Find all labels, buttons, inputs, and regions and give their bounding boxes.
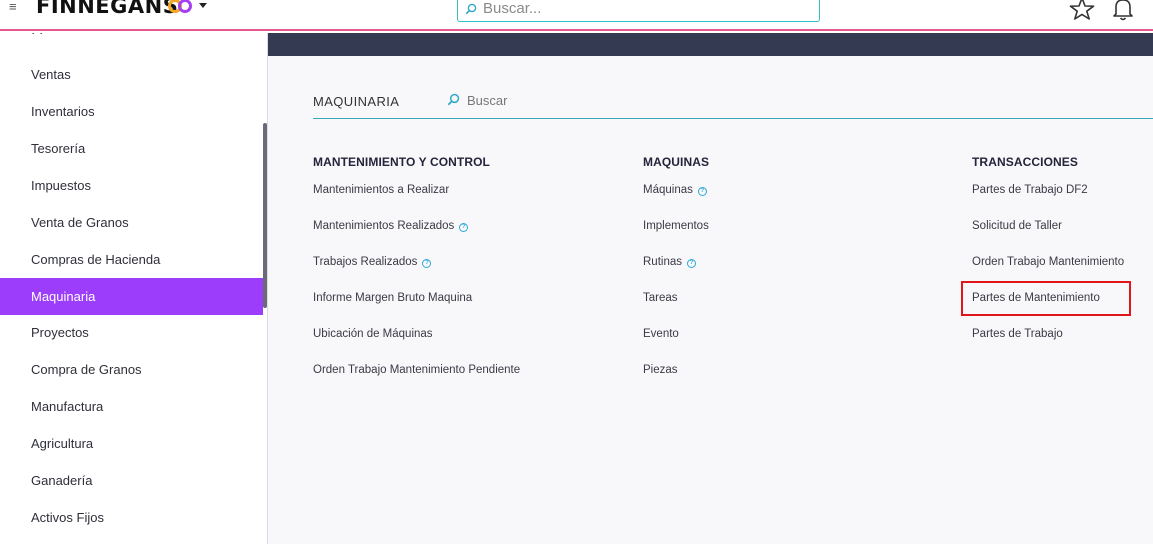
sidebar-item-tesoreria[interactable]: Tesorería (0, 130, 263, 167)
link-ubicacion-de-maquinas[interactable]: Ubicación de Máquinas (313, 328, 433, 340)
sidebar-item-manufactura[interactable]: Manufactura (0, 388, 263, 425)
sidebar-item-label: Manufactura (31, 399, 104, 414)
link-label: Orden Trabajo Mantenimiento Pendiente (313, 364, 521, 376)
sidebar-item-label: Inventarios (31, 104, 95, 119)
help-icon[interactable]: ? (687, 259, 696, 268)
link-piezas[interactable]: Piezas (643, 364, 678, 376)
sidebar-item-partial: · · (31, 33, 43, 40)
brand-dropdown-caret-icon[interactable] (199, 3, 207, 8)
sidebar-item-label: Ventas (31, 67, 71, 82)
link-evento[interactable]: Evento (643, 328, 679, 340)
main-header-band (268, 33, 1153, 56)
sidebar-item-venta-de-granos[interactable]: Venta de Granos (0, 204, 263, 241)
sidebar-item-label: Proyectos (31, 325, 89, 340)
sidebar-item-activos-fijos[interactable]: Activos Fijos (0, 499, 263, 536)
module-search-input[interactable]: Buscar (467, 93, 507, 108)
sidebar-item-compra-de-granos[interactable]: Compra de Granos (0, 351, 263, 388)
link-label: Informe Margen Bruto Maquina (313, 292, 473, 304)
link-tareas[interactable]: Tareas (643, 292, 678, 304)
link-label: Partes de Trabajo DF2 (972, 184, 1088, 196)
link-partes-de-trabajo-df2[interactable]: Partes de Trabajo DF2 (972, 184, 1088, 196)
sidebar-item-label: Activos Fijos (31, 510, 104, 525)
link-label: Solicitud de Taller (972, 220, 1062, 232)
link-label: Trabajos Realizados (313, 256, 418, 268)
sidebar-item-label: Maquinaria (31, 289, 96, 304)
sidebar-item-label: Ganadería (31, 473, 93, 488)
link-partes-de-trabajo[interactable]: Partes de Trabajo (972, 328, 1063, 340)
favorites-star-icon[interactable] (1068, 0, 1096, 20)
highlight-annotation-box (961, 281, 1131, 316)
link-informe-margen-bruto-maquina[interactable]: Informe Margen Bruto Maquina (313, 292, 472, 304)
link-orden-trabajo-mantenimiento-pendiente[interactable]: Orden Trabajo Mantenimiento Pendiente (313, 364, 520, 376)
module-search-underline (313, 118, 1153, 119)
brand-logo-mark-icon (168, 0, 192, 13)
sidebar-item-label: Tesorería (31, 141, 86, 156)
notifications-bell-icon[interactable] (1112, 0, 1134, 21)
link-trabajos-realizados[interactable]: Trabajos Realizados? (313, 256, 432, 268)
link-label: Evento (643, 328, 679, 340)
sidebar-item-compras-de-hacienda[interactable]: Compras de Hacienda (0, 241, 263, 278)
global-search-placeholder: Buscar... (483, 0, 542, 17)
hamburger-menu-icon[interactable]: ≡ (9, 0, 17, 14)
sidebar-item-label: Agricultura (31, 436, 94, 451)
section-title-maquinas: MAQUINAS (643, 155, 710, 169)
sidebar-item-proyectos[interactable]: Proyectos (0, 314, 263, 351)
top-bar: ≡ FINNEGANS Buscar... (0, 0, 1153, 31)
link-label: Rutinas (643, 256, 682, 268)
help-icon[interactable]: ? (459, 223, 469, 232)
link-label: Partes de Trabajo (972, 328, 1063, 340)
sidebar-item-inventarios[interactable]: Inventarios (0, 93, 263, 130)
help-icon[interactable]: ? (697, 187, 707, 196)
module-search-icon (447, 93, 460, 106)
link-mantenimientos-realizados[interactable]: Mantenimientos Realizados? (313, 220, 469, 232)
sidebar-item-label: Venta de Granos (31, 215, 129, 230)
link-label: Tareas (643, 292, 678, 304)
sidebar-item-maquinaria[interactable]: Maquinaria (0, 278, 263, 315)
link-label: Orden Trabajo Mantenimiento (972, 256, 1125, 268)
sidebar-item-label: Impuestos (31, 178, 91, 193)
sidebar-scrollbar[interactable] (263, 123, 267, 308)
brand-logo[interactable]: FINNEGANS (36, 0, 178, 18)
global-search-input[interactable]: Buscar... (457, 0, 820, 22)
link-label: Implementos (643, 220, 709, 232)
link-label: Piezas (643, 364, 678, 376)
help-icon[interactable]: ? (422, 259, 432, 268)
link-solicitud-de-taller[interactable]: Solicitud de Taller (972, 220, 1062, 232)
module-title: MAQUINARIA (313, 94, 400, 109)
section-title-transacciones: TRANSACCIONES (972, 155, 1078, 169)
link-label: Ubicación de Máquinas (313, 328, 433, 340)
link-rutinas[interactable]: Rutinas? (643, 256, 696, 268)
search-icon (465, 3, 477, 15)
section-title-mantenimiento-y-control: MANTENIMIENTO Y CONTROL (313, 155, 490, 169)
sidebar-item-ganaderia[interactable]: Ganadería (0, 462, 263, 499)
link-maquinas[interactable]: Máquinas? (643, 184, 707, 196)
sidebar: · · Ventas Inventarios Tesorería Impuest… (0, 33, 268, 544)
sidebar-item-label: Compras de Hacienda (31, 252, 161, 267)
sidebar-item-ventas[interactable]: Ventas (0, 56, 263, 93)
link-orden-trabajo-mantenimiento[interactable]: Orden Trabajo Mantenimiento (972, 256, 1124, 268)
link-mantenimientos-a-realizar[interactable]: Mantenimientos a Realizar (313, 184, 449, 196)
sidebar-item-impuestos[interactable]: Impuestos (0, 167, 263, 204)
link-label: Máquinas (643, 184, 693, 196)
sidebar-item-label: Compra de Granos (31, 362, 142, 377)
link-label: Mantenimientos a Realizar (313, 184, 450, 196)
link-implementos[interactable]: Implementos (643, 220, 709, 232)
link-label: Mantenimientos Realizados (313, 220, 455, 232)
sidebar-item-agricultura[interactable]: Agricultura (0, 425, 263, 462)
main-panel: MAQUINARIA Buscar MANTENIMIENTO Y CONTRO… (268, 33, 1153, 544)
